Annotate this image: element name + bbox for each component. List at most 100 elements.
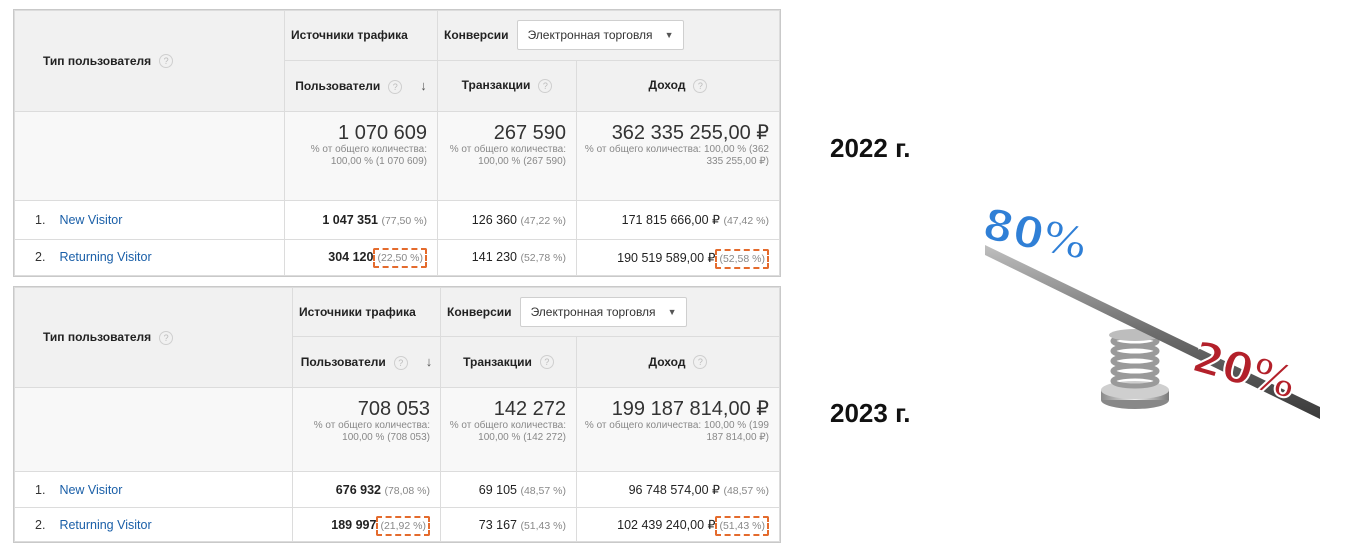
- user-type-header[interactable]: Тип пользователя?: [14, 287, 293, 388]
- users-value: 1 047 351: [322, 212, 378, 227]
- user-type-link[interactable]: New Visitor: [59, 483, 122, 497]
- revenue-total-sub: % от общего количества: 100,00 % (199 18…: [584, 420, 769, 443]
- revenue-cell: 102 439 240,00 ₽ (51,43 %): [576, 507, 780, 542]
- users-total-sub: % от общего количества: 100,00 % (1 070 …: [310, 144, 427, 168]
- users-total-cell: 708 053% от общего количества: 100,00 % …: [292, 387, 441, 472]
- users-total-sub: % от общего количества: 100,00 % (708 05…: [313, 420, 430, 443]
- transactions-cell: 73 167 (51,43 %): [440, 507, 577, 542]
- row-index: 1.: [35, 212, 46, 227]
- transactions-cell: 126 360 (47,22 %): [437, 200, 577, 240]
- revenue-total-cell: 199 187 814,00 ₽% от общего количества: …: [576, 387, 780, 472]
- row-name-cell: 2. Returning Visitor: [14, 238, 285, 277]
- revenue-total-cell: 362 335 255,00 ₽% от общего количества: …: [576, 111, 780, 202]
- transactions-cell: 69 105 (48,57 %): [440, 471, 577, 508]
- traffic-sources-header: Источники трафика: [292, 287, 441, 337]
- transactions-total: 142 272: [493, 398, 566, 420]
- sort-down-icon[interactable]: ↓: [420, 78, 427, 93]
- report-2023: Тип пользователя? Источники трафика Конв…: [13, 286, 781, 543]
- revenue-value: 96 748 574,00 ₽: [628, 483, 720, 497]
- users-percent-highlighted: (21,92 %): [376, 515, 430, 536]
- help-icon[interactable]: ?: [159, 54, 174, 69]
- revenue-percent-highlighted: (51,43 %): [715, 516, 769, 536]
- revenue-percent: (47,42 %): [723, 215, 769, 228]
- transactions-total-sub: % от общего количества: 100,00 % (142 27…: [449, 420, 566, 443]
- year-label-2023: 2023 г.: [830, 398, 911, 428]
- transactions-value: 126 360: [471, 212, 517, 227]
- sort-down-icon[interactable]: ↓: [426, 354, 433, 369]
- transactions-header-label: Транзакции: [461, 78, 531, 93]
- conversion-type-select[interactable]: Электронная торговля ▼: [519, 297, 688, 327]
- revenue-header-label: Доход: [648, 78, 686, 93]
- help-icon[interactable]: ?: [539, 355, 554, 370]
- spring-base: [1101, 329, 1169, 409]
- year-label-2022: 2022 г.: [830, 133, 911, 163]
- transactions-value: 69 105: [478, 482, 517, 497]
- traffic-sources-label: Источники трафика: [291, 28, 408, 43]
- conversion-select-value: Электронная торговля: [527, 28, 653, 43]
- conversions-label: Конверсии: [447, 305, 512, 319]
- revenue-value: 102 439 240,00 ₽: [617, 518, 716, 532]
- table-row: 2. Returning Visitor 304 120 (22,50 %) 141…: [14, 238, 780, 277]
- transactions-total-cell: 142 272% от общего количества: 100,00 % …: [440, 387, 577, 472]
- users-cell: 676 932 (78,08 %): [292, 471, 441, 508]
- users-column-header[interactable]: Пользователи? ↓: [284, 59, 438, 113]
- help-icon[interactable]: ?: [693, 79, 708, 94]
- conversion-select-value: Электронная торговля: [530, 305, 656, 319]
- users-total: 1 070 609: [338, 122, 427, 145]
- row-index: 2.: [35, 517, 46, 532]
- label-20-percent: 20%: [1186, 331, 1301, 409]
- conversion-type-select[interactable]: Электронная торговля ▼: [516, 20, 685, 51]
- user-type-label: Тип пользователя: [43, 53, 152, 68]
- revenue-percent-highlighted: (52,58 %): [715, 248, 769, 269]
- row-name-cell: 1. New Visitor: [14, 471, 293, 508]
- row-name-cell: 1. New Visitor: [14, 200, 285, 240]
- totals-row: 1 070 609% от общего количества: 100,00 …: [14, 111, 780, 202]
- transactions-header-label: Транзакции: [463, 354, 532, 369]
- row-name-cell: 2. Returning Visitor: [14, 507, 293, 542]
- transactions-percent: (48,57 %): [520, 484, 566, 497]
- help-icon[interactable]: ?: [159, 330, 174, 345]
- user-type-link[interactable]: New Visitor: [59, 213, 122, 227]
- revenue-cell: 190 519 589,00 ₽ (52,58 %): [576, 238, 780, 277]
- users-header-label: Пользователи: [295, 78, 381, 93]
- revenue-column-header[interactable]: Доход?: [576, 59, 780, 113]
- users-percent-highlighted: (22,50 %): [373, 248, 427, 269]
- revenue-total: 199 187 814,00 ₽: [611, 398, 769, 420]
- user-type-link[interactable]: Returning Visitor: [59, 518, 151, 532]
- report-2022: Тип пользователя? Источники трафика Конв…: [13, 9, 781, 277]
- help-icon[interactable]: ?: [538, 79, 553, 94]
- revenue-value: 190 519 589,00 ₽: [617, 250, 716, 265]
- help-icon[interactable]: ?: [693, 355, 708, 370]
- caret-down-icon: ▼: [664, 30, 674, 41]
- row-index: 2.: [35, 250, 46, 265]
- transactions-value: 73 167: [478, 517, 517, 532]
- transactions-column-header[interactable]: Транзакции?: [440, 336, 577, 388]
- transactions-total: 267 590: [493, 122, 566, 145]
- caret-down-icon: ▼: [667, 307, 677, 317]
- user-type-header[interactable]: Тип пользователя?: [14, 9, 285, 113]
- table-row: 2. Returning Visitor 189 997 (21,92 %) 73 …: [14, 507, 780, 542]
- revenue-column-header[interactable]: Доход?: [576, 336, 780, 388]
- users-header-label: Пользователи: [300, 355, 386, 370]
- transactions-percent: (47,22 %): [520, 214, 566, 227]
- conversions-label: Конверсии: [444, 28, 509, 43]
- report-table: Тип пользователя? Источники трафика Конв…: [14, 287, 780, 542]
- users-value: 676 932: [335, 482, 381, 497]
- users-column-header[interactable]: Пользователи? ↓: [292, 336, 441, 388]
- help-icon[interactable]: ?: [393, 355, 408, 370]
- row-index: 1.: [35, 482, 46, 497]
- users-total: 708 053: [357, 398, 430, 420]
- revenue-value: 171 815 666,00 ₽: [621, 213, 720, 228]
- conversions-header: Конверсии Электронная торговля ▼: [440, 287, 780, 337]
- table-row: 1. New Visitor 1 047 351 (77,50 %) 126 36…: [14, 200, 780, 240]
- users-cell: 189 997 (21,92 %): [292, 507, 441, 542]
- traffic-sources-label: Источники трафика: [299, 305, 416, 319]
- users-cell: 1 047 351 (77,50 %): [284, 200, 438, 240]
- totals-row: 708 053% от общего количества: 100,00 % …: [14, 387, 780, 472]
- help-icon[interactable]: ?: [388, 79, 403, 94]
- user-type-label: Тип пользователя: [43, 330, 152, 345]
- users-value: 304 120: [328, 250, 374, 265]
- transactions-column-header[interactable]: Транзакции?: [437, 59, 577, 113]
- user-type-link[interactable]: Returning Visitor: [59, 250, 151, 264]
- users-value: 189 997: [331, 517, 377, 532]
